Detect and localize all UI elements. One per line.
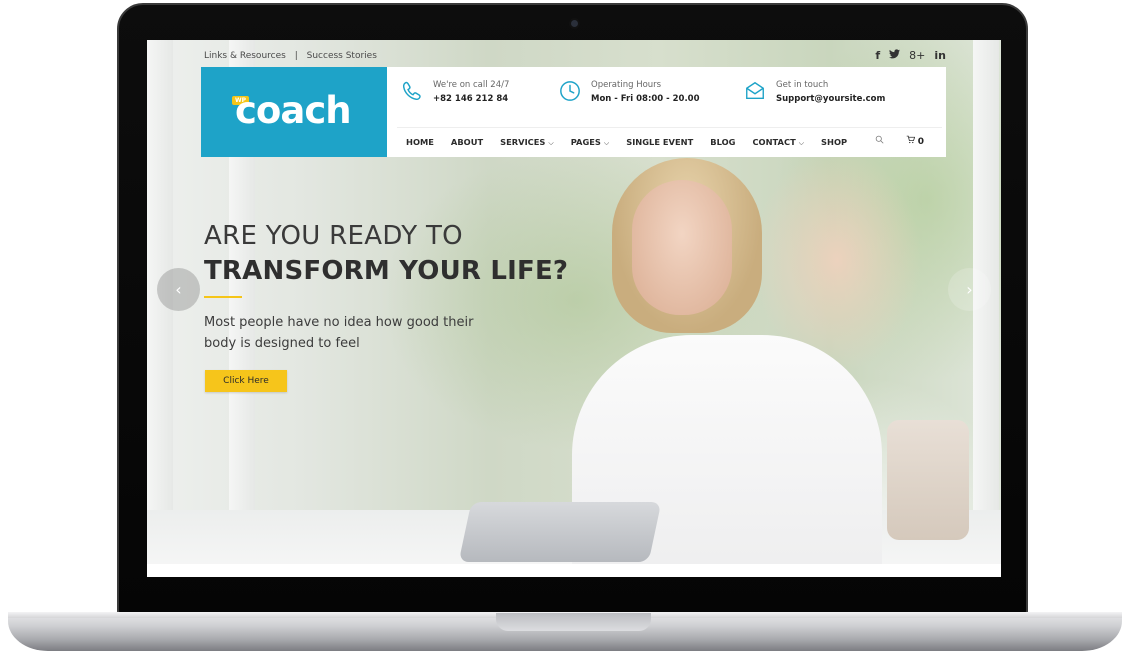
nav-icons: 0 bbox=[875, 135, 924, 147]
nav-services-label: SERVICES bbox=[500, 137, 546, 147]
webcam bbox=[571, 20, 578, 27]
screen-bottom-strip bbox=[147, 564, 1001, 577]
header-divider bbox=[397, 127, 942, 128]
chevron-right-icon: › bbox=[966, 280, 973, 299]
slider-prev-button[interactable]: ‹ bbox=[157, 268, 200, 311]
touch-info: Get in touch Support@yoursite.com bbox=[744, 80, 885, 106]
facebook-icon[interactable]: f bbox=[875, 49, 880, 62]
nav-contact[interactable]: CONTACT ⌵ bbox=[752, 137, 804, 148]
hero-subtitle: Most people have no idea how good their … bbox=[204, 315, 474, 351]
nav-single-event[interactable]: SINGLE EVENT bbox=[626, 137, 693, 148]
hours-info: Operating Hours Mon - Fri 08:00 - 20.00 bbox=[559, 80, 700, 106]
google-plus-icon[interactable]: 8+ bbox=[909, 49, 925, 62]
chevron-down-icon: ⌵ bbox=[603, 139, 610, 147]
logo-text: coach bbox=[235, 89, 352, 132]
topbar-link-resources[interactable]: Links & Resources bbox=[204, 51, 286, 61]
laptop-notch bbox=[496, 613, 651, 631]
topbar-link-stories[interactable]: Success Stories bbox=[307, 51, 377, 61]
touch-label: Get in touch bbox=[776, 80, 829, 90]
envelope-icon bbox=[744, 80, 766, 106]
support-email[interactable]: Support@yoursite.com bbox=[776, 94, 885, 104]
nav-services[interactable]: SERVICES ⌵ bbox=[500, 137, 554, 148]
nav-shop[interactable]: SHOP bbox=[821, 137, 847, 148]
slider-next-button[interactable]: › bbox=[948, 268, 991, 311]
phone-icon bbox=[401, 80, 423, 106]
nav-pages[interactable]: PAGES ⌵ bbox=[571, 137, 610, 148]
nav-pages-label: PAGES bbox=[570, 137, 601, 147]
clock-icon bbox=[559, 80, 581, 106]
hero-heading-line2: TRANSFORM YOUR LIFE? bbox=[204, 256, 569, 286]
linkedin-icon[interactable]: in bbox=[934, 49, 946, 62]
call-label: We're on call 24/7 bbox=[433, 80, 510, 90]
hero-accent-bar bbox=[204, 296, 242, 298]
website-screen: Links & Resources | Success Stories f 8+… bbox=[147, 40, 1001, 577]
topbar-separator: | bbox=[294, 51, 298, 61]
chevron-down-icon: ⌵ bbox=[798, 139, 805, 147]
hours-value: Mon - Fri 08:00 - 20.00 bbox=[591, 94, 700, 104]
tablet-device bbox=[458, 502, 662, 562]
hours-label: Operating Hours bbox=[591, 80, 662, 90]
social-links: f 8+ in bbox=[875, 49, 946, 62]
call-number[interactable]: +82 146 212 84 bbox=[433, 94, 509, 104]
nav-contact-label: CONTACT bbox=[752, 137, 796, 147]
call-info: We're on call 24/7 +82 146 212 84 bbox=[401, 80, 509, 106]
topbar-links: Links & Resources | Success Stories bbox=[204, 51, 383, 61]
site-logo[interactable]: WP coach bbox=[201, 67, 387, 157]
main-navigation: HOME ABOUT SERVICES ⌵ PAGES ⌵ SINGLE EVENT… bbox=[406, 137, 847, 148]
pillow-background bbox=[887, 420, 969, 540]
search-icon[interactable] bbox=[875, 135, 884, 147]
header-panel: We're on call 24/7 +82 146 212 84 Operat… bbox=[387, 67, 946, 157]
hero-heading-line1: ARE YOU READY TO bbox=[204, 221, 463, 251]
nav-about[interactable]: ABOUT bbox=[451, 137, 483, 148]
chevron-down-icon: ⌵ bbox=[548, 139, 554, 147]
click-here-button[interactable]: Click Here bbox=[205, 370, 287, 392]
hero-person-face bbox=[632, 180, 732, 315]
nav-blog[interactable]: BLOG bbox=[710, 137, 735, 148]
nav-home[interactable]: HOME bbox=[406, 137, 434, 148]
cart-count: 0 bbox=[917, 137, 924, 147]
cart-button[interactable]: 0 bbox=[906, 135, 924, 147]
twitter-icon[interactable] bbox=[889, 49, 901, 62]
chevron-left-icon: ‹ bbox=[175, 280, 182, 299]
